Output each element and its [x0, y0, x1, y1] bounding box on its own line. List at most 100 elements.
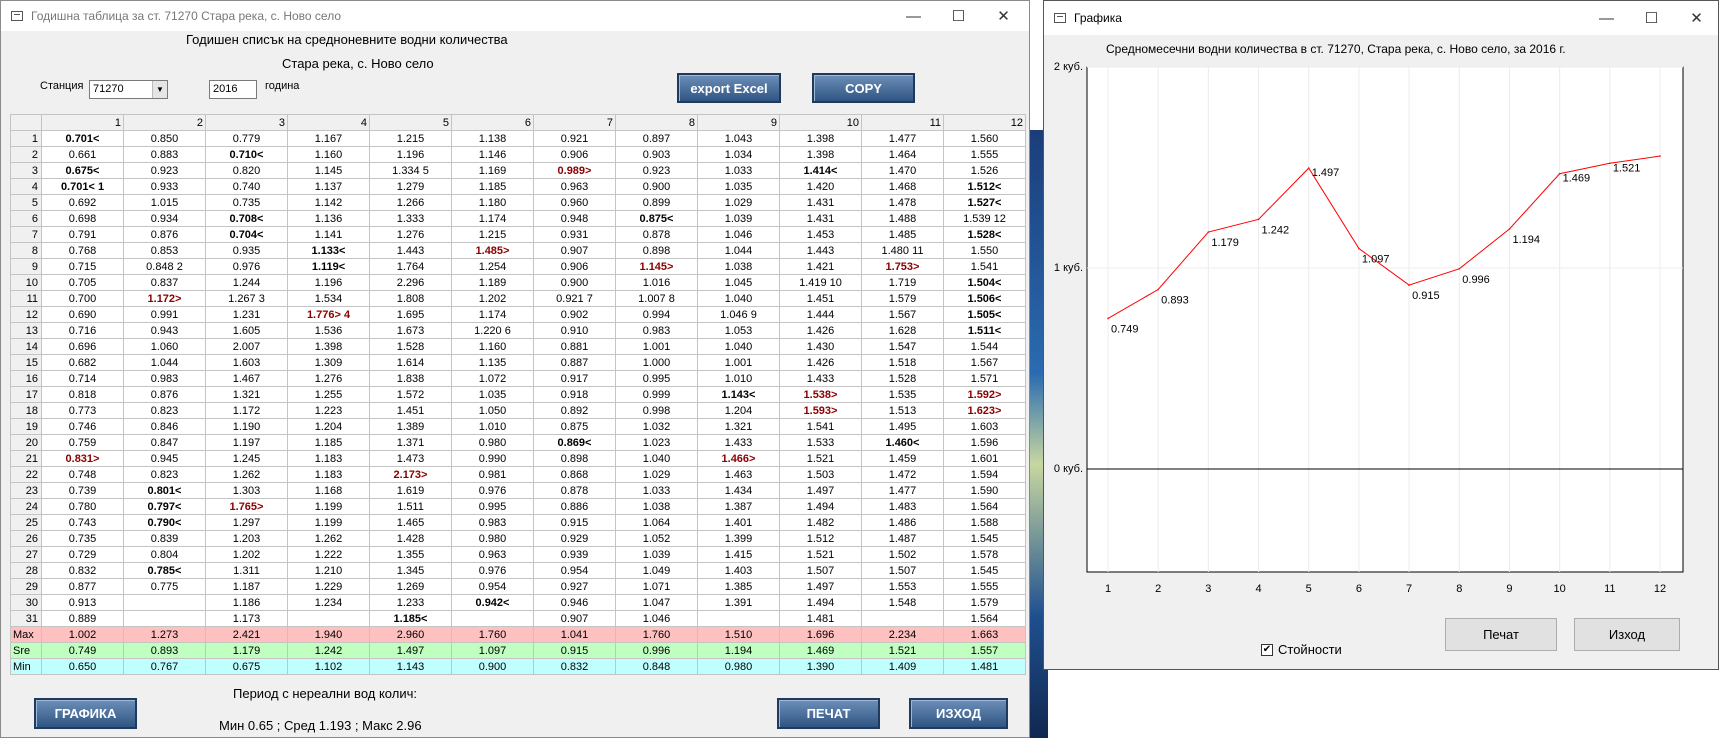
table-cell[interactable]: 1.477	[861, 130, 944, 147]
table-cell[interactable]: 1.485>	[451, 242, 534, 259]
table-cell[interactable]: 1.467	[205, 370, 288, 387]
table-cell[interactable]: 1.401	[697, 514, 780, 531]
table-cell[interactable]: 1.527<	[943, 194, 1026, 211]
table-cell[interactable]: 0.785<	[123, 562, 206, 579]
table-cell[interactable]: 0.907	[533, 610, 616, 627]
table-cell[interactable]: 2.296	[369, 274, 452, 291]
table-cell[interactable]: 0.927	[533, 578, 616, 595]
table-cell[interactable]: 1.167	[287, 130, 370, 147]
table-cell[interactable]: 1.266	[369, 194, 452, 211]
table-cell[interactable]: 0.823	[123, 402, 206, 419]
table-cell[interactable]: 1.808	[369, 290, 452, 307]
table-cell[interactable]: 0.921 7	[533, 290, 616, 307]
table-cell[interactable]: 1.169	[451, 162, 534, 179]
table-cell[interactable]: 1.451	[369, 402, 452, 419]
table-cell[interactable]: 1.371	[369, 434, 452, 451]
table-cell[interactable]: 1.045	[697, 274, 780, 291]
close-button[interactable]: ✕	[981, 1, 1026, 31]
table-cell[interactable]	[697, 610, 780, 627]
table-cell[interactable]: 1.596	[943, 434, 1026, 451]
table-cell[interactable]: 2.173>	[369, 466, 452, 483]
table-cell[interactable]: 1.592>	[943, 386, 1026, 403]
table-cell[interactable]: 1.355	[369, 546, 452, 563]
table-cell[interactable]: 1.389	[369, 418, 452, 435]
table-cell[interactable]: 0.983	[615, 322, 698, 339]
table-cell[interactable]: 1.255	[287, 386, 370, 403]
table-cell[interactable]: 0.846	[123, 418, 206, 435]
table-cell[interactable]: 1.419 10	[779, 274, 862, 291]
table-cell[interactable]: 1.185<	[369, 610, 452, 627]
table-cell[interactable]: 0.818	[41, 386, 124, 403]
table-cell[interactable]: 0.848 2	[123, 258, 206, 275]
table-cell[interactable]: 1.578	[943, 546, 1026, 563]
table-cell[interactable]: 1.528	[861, 370, 944, 387]
table-cell[interactable]: 1.567	[861, 306, 944, 323]
table-cell[interactable]: 1.623>	[943, 402, 1026, 419]
table-cell[interactable]: 1.545	[943, 562, 1026, 579]
table-cell[interactable]: 0.943	[123, 322, 206, 339]
table-cell[interactable]: 1.541	[779, 418, 862, 435]
table-cell[interactable]: 0.714	[41, 370, 124, 387]
table-cell[interactable]: 1.473	[369, 450, 452, 467]
table-cell[interactable]: 1.628	[861, 322, 944, 339]
table-cell[interactable]: 1.487	[861, 530, 944, 547]
table-cell[interactable]: 0.832	[41, 562, 124, 579]
table-cell[interactable]: 1.431	[779, 210, 862, 227]
table-cell[interactable]: 1.053	[697, 322, 780, 339]
table-cell[interactable]: 1.497	[779, 482, 862, 499]
table-cell[interactable]	[123, 594, 206, 611]
table-cell[interactable]: 1.601	[943, 450, 1026, 467]
table-cell[interactable]: 0.910	[533, 322, 616, 339]
table-cell[interactable]: 0.837	[123, 274, 206, 291]
table-cell[interactable]: 1.203	[205, 530, 288, 547]
table-cell[interactable]: 1.007 8	[615, 290, 698, 307]
table-cell[interactable]: 1.553	[861, 578, 944, 595]
table-cell[interactable]: 1.548	[861, 594, 944, 611]
table-cell[interactable]: 1.421	[779, 258, 862, 275]
table-cell[interactable]: 0.735	[205, 194, 288, 211]
table-cell[interactable]: 1.511<	[943, 322, 1026, 339]
table-cell[interactable]: 0.743	[41, 514, 124, 531]
table-cell[interactable]: 0.878	[533, 482, 616, 499]
table-cell[interactable]: 0.948	[533, 210, 616, 227]
table-cell[interactable]: 1.464	[861, 146, 944, 163]
table-cell[interactable]: 0.887	[533, 354, 616, 371]
table-cell[interactable]: 1.035	[697, 178, 780, 195]
table-cell[interactable]: 0.963	[451, 546, 534, 563]
table-cell[interactable]: 0.934	[123, 210, 206, 227]
table-cell[interactable]: 0.899	[615, 194, 698, 211]
table-cell[interactable]: 1.593>	[779, 402, 862, 419]
print-button[interactable]: ПЕЧАТ	[777, 698, 880, 729]
table-cell[interactable]: 1.433	[697, 434, 780, 451]
table-cell[interactable]: 1.478	[861, 194, 944, 211]
copy-button[interactable]: COPY	[812, 73, 915, 103]
table-cell[interactable]: 1.511	[369, 498, 452, 515]
table-cell[interactable]	[861, 610, 944, 627]
table-cell[interactable]: 1.345	[369, 562, 452, 579]
table-cell[interactable]: 1.426	[779, 322, 862, 339]
table-cell[interactable]: 0.983	[451, 514, 534, 531]
table-cell[interactable]: 1.495	[861, 418, 944, 435]
table-cell[interactable]: 1.579	[943, 594, 1026, 611]
table-cell[interactable]: 0.931	[533, 226, 616, 243]
table-cell[interactable]: 1.189	[451, 274, 534, 291]
table-cell[interactable]: 1.262	[205, 466, 288, 483]
table-cell[interactable]: 1.545	[943, 530, 1026, 547]
table-cell[interactable]: 0.915	[533, 514, 616, 531]
table-cell[interactable]: 1.619	[369, 482, 452, 499]
table-cell[interactable]: 1.560	[943, 130, 1026, 147]
table-cell[interactable]: 1.535	[861, 386, 944, 403]
table-cell[interactable]: 0.995	[615, 370, 698, 387]
table-cell[interactable]	[451, 610, 534, 627]
table-cell[interactable]: 1.391	[697, 594, 780, 611]
table-cell[interactable]: 1.269	[369, 578, 452, 595]
table-cell[interactable]: 1.544	[943, 338, 1026, 355]
table-cell[interactable]: 0.954	[451, 578, 534, 595]
table-cell[interactable]: 0.710<	[205, 146, 288, 163]
table-cell[interactable]: 1.215	[451, 226, 534, 243]
table-cell[interactable]: 1.146	[451, 146, 534, 163]
table-cell[interactable]: 0.675<	[41, 162, 124, 179]
table-cell[interactable]: 0.877	[41, 578, 124, 595]
table-cell[interactable]: 1.244	[205, 274, 288, 291]
table-cell[interactable]: 1.262	[287, 530, 370, 547]
